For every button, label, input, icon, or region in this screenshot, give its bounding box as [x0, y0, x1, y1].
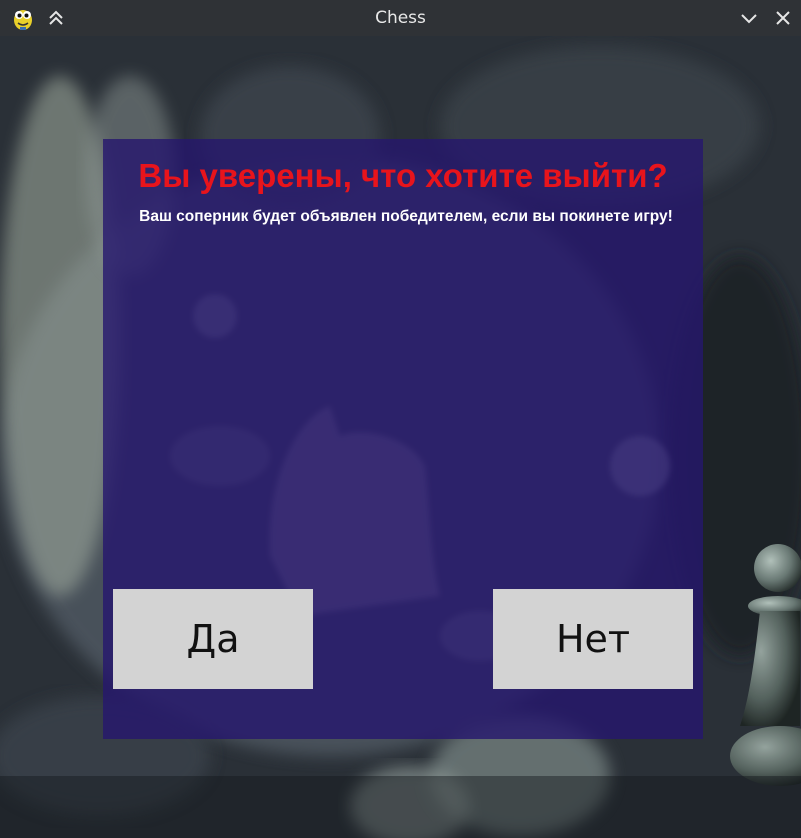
chevron-down-icon[interactable] — [737, 6, 761, 30]
title-bar[interactable]: Chess — [0, 0, 801, 36]
yes-button[interactable]: Да — [113, 589, 313, 689]
chess-window: Chess Вы уверены, что хотите выйти? Ваш … — [0, 0, 801, 838]
dialog-title: Вы уверены, что хотите выйти? — [138, 157, 668, 194]
no-button[interactable]: Нет — [493, 589, 693, 689]
game-canvas: Вы уверены, что хотите выйти? Ваш соперн… — [0, 36, 801, 838]
close-icon[interactable] — [771, 6, 795, 30]
exit-confirm-dialog: Вы уверены, что хотите выйти? Ваш соперн… — [103, 139, 703, 739]
dialog-message: Ваш соперник будет объявлен победителем,… — [139, 208, 673, 225]
window-title: Chess — [375, 8, 426, 28]
